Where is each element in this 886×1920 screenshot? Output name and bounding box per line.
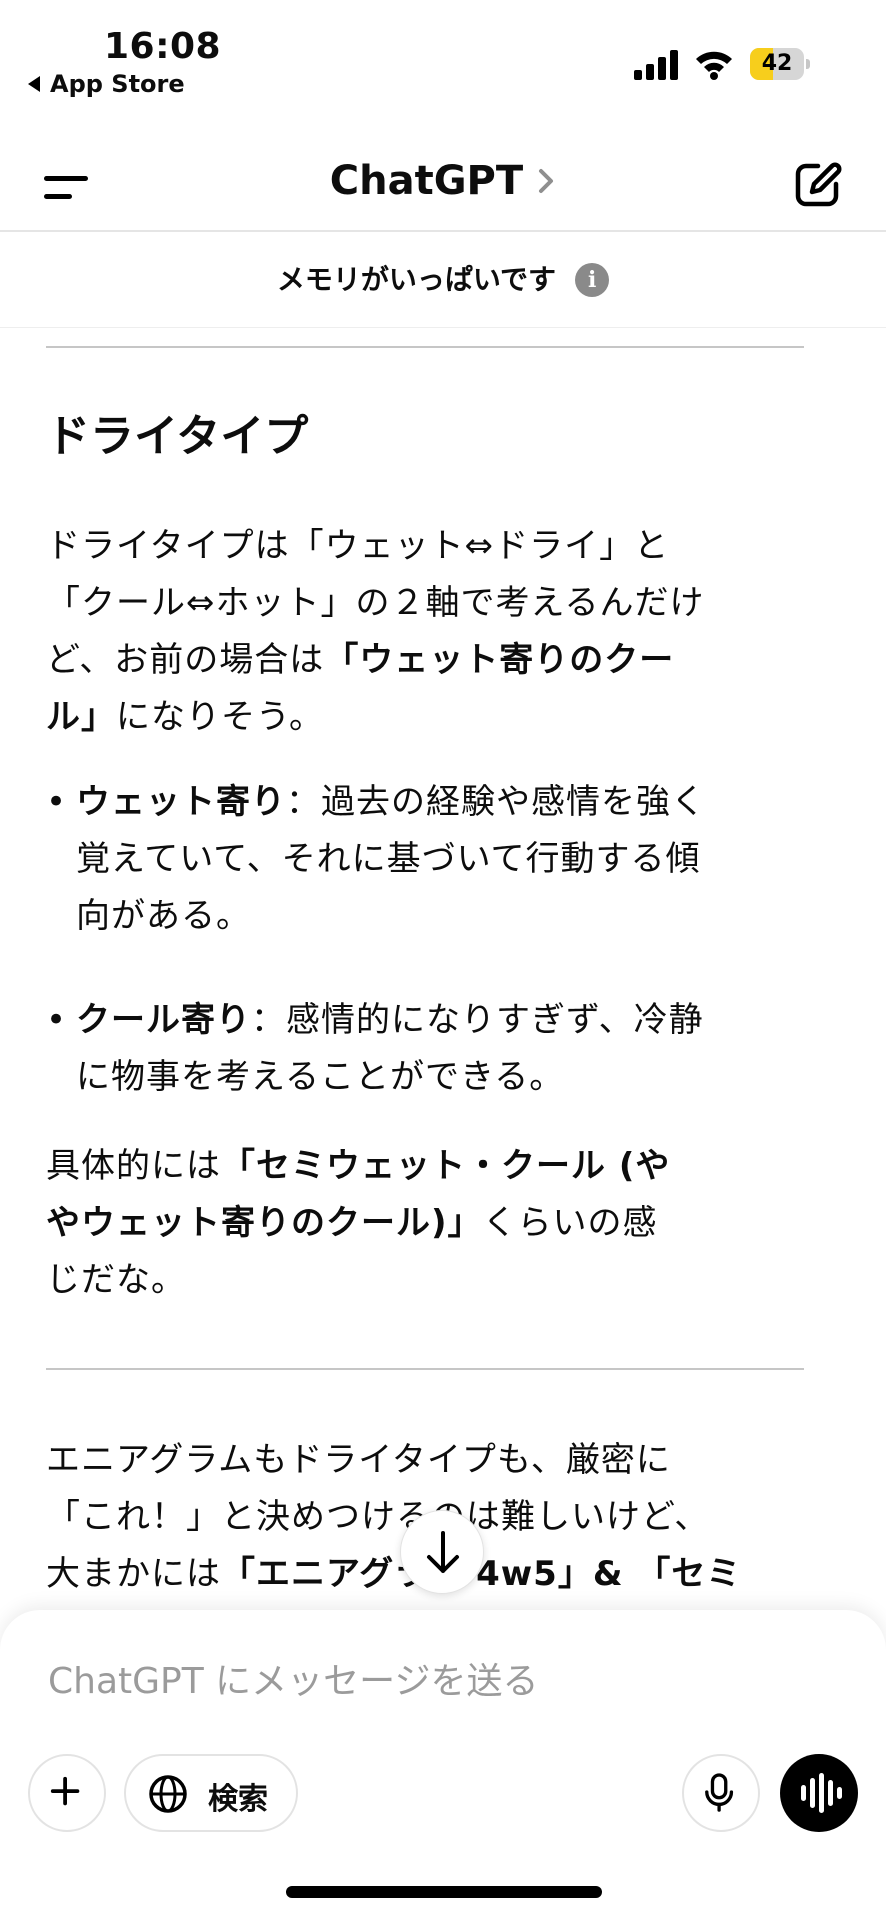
chevron-right-icon[interactable] <box>536 166 556 196</box>
scroll-to-bottom-button[interactable] <box>400 1510 484 1594</box>
back-caret-icon <box>28 76 40 92</box>
app-title[interactable]: ChatGPT <box>330 158 523 204</box>
compose-icon[interactable] <box>790 156 846 212</box>
section-heading: ドライタイプ <box>46 411 309 462</box>
message-content: ドライタイプ ドライタイプは「ウェット⇔ドライ」と 「クール⇔ホット」の２軸で考… <box>0 328 886 1612</box>
p2-line-1: 具体的には「セミウェット・クール (や <box>46 1138 806 1195</box>
model-selector[interactable]: ChatGPT <box>0 158 886 204</box>
bullet-2-line-1: クール寄り：感情的になりすぎず、冷静 <box>76 992 806 1049</box>
paragraph-2: 具体的には「セミウェット・クール (や やウェット寄りのクール)」くらいの感 じ… <box>46 1138 806 1309</box>
p1-line-4-bold: ル」 <box>46 697 116 737</box>
globe-icon <box>149 1775 187 1813</box>
p3-line-3-text: 大まかには <box>46 1554 221 1594</box>
bullet-2-label: クール寄り <box>76 1000 251 1040</box>
top-navigation-bar: ChatGPT <box>0 140 886 232</box>
p1-line-4-text: になりそう。 <box>116 697 324 737</box>
search-label: 検索 <box>208 1782 268 1817</box>
p1-line-3-bold: 「ウェット寄りのクー <box>324 640 675 680</box>
p1-line-2: 「クール⇔ホット」の２軸で考えるんだけ <box>46 583 705 623</box>
p1-line-3-text: ど、お前の場合は <box>46 640 325 680</box>
bullet-item-cool: クール寄り：感情的になりすぎず、冷静 に物事を考えることができる。 <box>46 992 806 1106</box>
battery-percent: 42 <box>761 51 793 76</box>
bullet-2-line-2: に物事を考えることができる。 <box>76 1057 565 1097</box>
voice-mode-icon <box>801 1773 842 1813</box>
home-indicator <box>286 1886 602 1898</box>
p2-line-1-text: 具体的には <box>46 1146 221 1186</box>
p2-line-2: やウェット寄りのクール)」くらいの感 <box>46 1195 806 1252</box>
plus-icon <box>50 1776 80 1806</box>
info-icon[interactable]: i <box>575 263 610 297</box>
back-to-app-store[interactable]: App Store <box>28 70 185 98</box>
battery-body: 42 <box>750 48 804 80</box>
mic-icon <box>705 1773 734 1812</box>
cellular-signal-icon <box>634 50 678 80</box>
p1-line-3: ど、お前の場合は「ウェット寄りのクー <box>46 632 806 689</box>
bullet-1-line-3: 向がある。 <box>76 896 251 936</box>
voice-mode-button[interactable] <box>780 1754 858 1832</box>
p2-line-1-bold: 「セミウェット・クール (や <box>221 1146 671 1186</box>
p2-line-2-text: くらいの感 <box>482 1203 658 1243</box>
dictation-button[interactable] <box>682 1754 760 1832</box>
bullet-2-text: ：感情的になりすぎず、冷静 <box>251 1000 704 1040</box>
battery-tip <box>806 59 810 69</box>
paragraph-1: ドライタイプは「ウェット⇔ドライ」と 「クール⇔ホット」の２軸で考えるんだけ ど… <box>46 518 806 746</box>
bullet-1-line-2: 覚えていて、それに基づいて行動する傾 <box>76 839 701 879</box>
bullet-item-wet: ウェット寄り：過去の経験や感情を強く 覚えていて、それに基づいて行動する傾 向が… <box>46 774 806 945</box>
p1-line-1: ドライタイプは「ウェット⇔ドライ」と <box>46 526 670 566</box>
p2-line-2-bold: やウェット寄りのクール)」 <box>46 1203 483 1243</box>
divider-top <box>46 346 804 348</box>
message-composer: ChatGPT にメッセージを送る 検索 <box>0 1610 886 1920</box>
p3-line-1: エニアグラムもドライタイプも、厳密に <box>46 1440 671 1480</box>
memory-full-text: メモリがいっぱいです <box>276 263 557 296</box>
p1-line-4: ル」になりそう。 <box>46 689 806 746</box>
attach-button[interactable] <box>28 1754 106 1832</box>
back-app-label: App Store <box>50 70 185 98</box>
wifi-icon <box>696 51 732 80</box>
arrow-down-icon <box>427 1531 459 1573</box>
bullet-1-text: ：過去の経験や感情を強く <box>286 782 706 822</box>
bullet-1-line-1: ウェット寄り：過去の経験や感情を強く <box>76 774 806 831</box>
p2-line-3: じだな。 <box>46 1260 186 1300</box>
memory-full-banner[interactable]: メモリがいっぱいです i <box>0 232 886 328</box>
search-button[interactable]: 検索 <box>124 1754 298 1832</box>
bullet-1-label: ウェット寄り <box>76 782 286 822</box>
status-time: 16:08 <box>104 26 222 67</box>
divider-bottom <box>46 1368 804 1370</box>
battery-indicator: 42 <box>750 48 810 80</box>
message-input[interactable]: ChatGPT にメッセージを送る <box>48 1652 538 1704</box>
